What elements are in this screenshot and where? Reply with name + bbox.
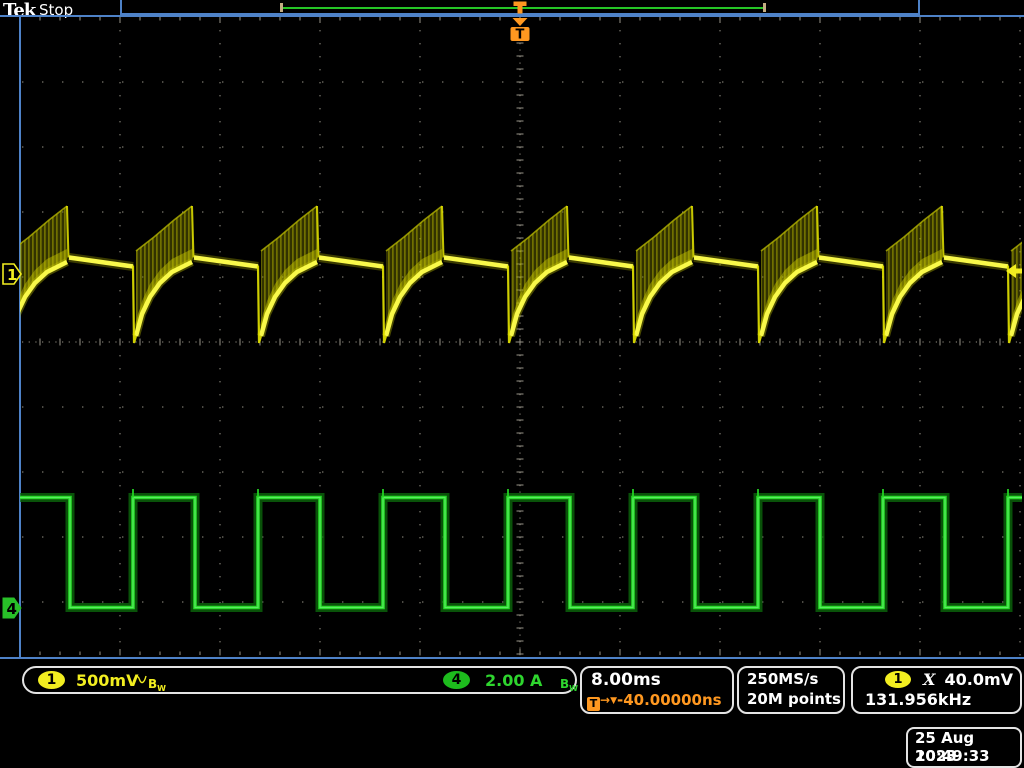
record-length-readout: 20M points [747, 690, 841, 708]
ch1-trace [8, 206, 1024, 343]
ch1-bandwidth-icon: BW [148, 673, 166, 693]
ch1-scale-readout[interactable]: 500mV [76, 671, 138, 690]
trigger-position-marker[interactable]: T [511, 2, 530, 43]
horizontal-scale-readout: 8.00ms [591, 670, 661, 690]
datetime-box: 25 Aug 2023 10:49:33 [906, 727, 1022, 768]
trigger-delay-readout: T→▼-40.00000ns [587, 691, 722, 709]
channel-readout-box[interactable]: 1 500mV BW 4 2.00 A BW [22, 666, 577, 694]
time-readout: 10:49:33 [915, 747, 990, 765]
trigger-type-glyph: X [923, 670, 935, 689]
ch1-position-marker[interactable]: 1 [3, 264, 21, 284]
acquisition-readout-box[interactable]: 250MS/s 20M points [737, 666, 845, 714]
trigger-level-readout: 40.0mV [944, 670, 1013, 689]
svg-text:T: T [516, 28, 525, 43]
horizontal-readout-box[interactable]: 8.00ms T→▼-40.00000ns [580, 666, 734, 714]
ch4-scale-readout[interactable]: 2.00 A [485, 671, 542, 690]
trigger-source-badge: 1 [885, 671, 911, 688]
ch4-bandwidth-icon: BW [560, 673, 578, 693]
svg-text:4: 4 [7, 600, 17, 618]
trigger-t-icon: T [587, 697, 600, 711]
waveform-display: 1 4 T [0, 0, 1024, 768]
sample-rate-readout: 250MS/s [747, 670, 818, 688]
right-arrow-icon: → [600, 693, 610, 707]
trigger-frequency-readout: 131.956kHz [865, 690, 971, 709]
trigger-readout-box[interactable]: 1 X 40.0mV 131.956kHz [851, 666, 1022, 714]
down-triangle-icon: ▼ [610, 696, 617, 706]
ch1-badge[interactable]: 1 [38, 671, 65, 689]
ch4-badge[interactable]: 4 [443, 671, 470, 689]
graticule [22, 17, 1021, 655]
svg-text:1: 1 [7, 266, 17, 284]
ch4-position-marker[interactable]: 4 [3, 598, 21, 618]
ch4-trace [0, 489, 1024, 608]
oscilloscope-screen: Tek Stop 14T 1 500mV BW 4 2.00 A BW 8.00… [0, 0, 1024, 768]
